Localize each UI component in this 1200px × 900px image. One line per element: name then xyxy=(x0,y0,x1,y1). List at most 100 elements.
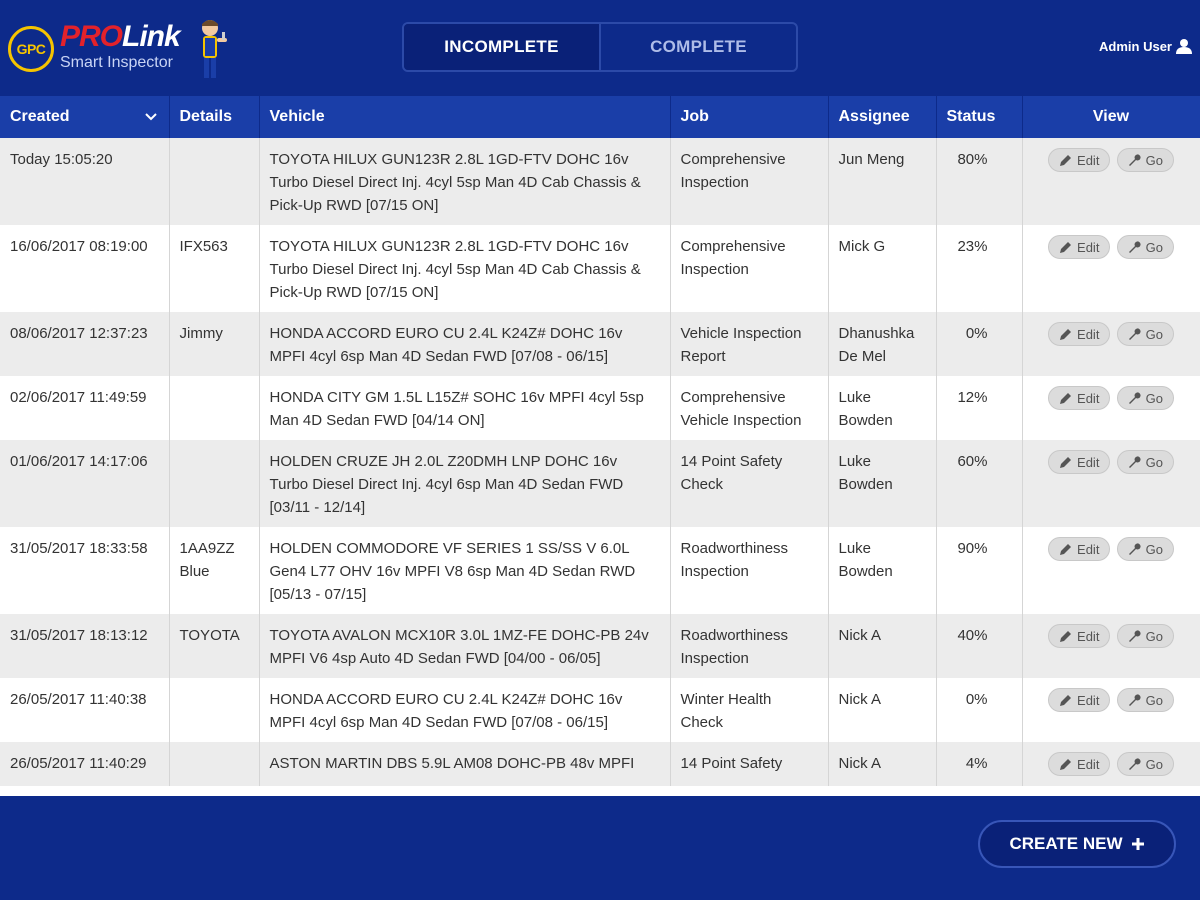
cell-created: 31/05/2017 18:33:58 xyxy=(0,527,170,614)
cell-assignee: Luke Bowden xyxy=(828,440,937,527)
gpc-badge-text: GPC xyxy=(16,41,46,57)
cell-created: Today 15:05:20 xyxy=(0,138,170,225)
cell-details: TOYOTA xyxy=(169,614,260,678)
header-created[interactable]: Created xyxy=(0,96,170,138)
brand-link: Link xyxy=(122,20,181,53)
go-button[interactable]: Go xyxy=(1116,688,1174,712)
table-row[interactable]: 31/05/2017 18:33:58 1AA9ZZ Blue HOLDEN C… xyxy=(0,527,1200,614)
edit-button[interactable]: Edit xyxy=(1048,322,1111,346)
plus-icon xyxy=(1131,838,1144,850)
cell-view: Edit Go xyxy=(1022,440,1200,527)
edit-button[interactable]: Edit xyxy=(1048,688,1111,712)
edit-button[interactable]: Edit xyxy=(1048,450,1111,474)
go-button[interactable]: Go xyxy=(1116,386,1174,410)
inspections-table-container[interactable]: Created Details Vehicle Job Assignee Sta… xyxy=(0,96,1200,796)
table-row[interactable]: 26/05/2017 11:40:38 HONDA ACCORD EURO CU… xyxy=(0,678,1200,742)
edit-label: Edit xyxy=(1077,628,1100,644)
cell-vehicle: TOYOTA HILUX GUN123R 2.8L 1GD-FTV DOHC 1… xyxy=(259,225,671,312)
table-row[interactable]: 01/06/2017 14:17:06 HOLDEN CRUZE JH 2.0L… xyxy=(0,440,1200,527)
go-button[interactable]: Go xyxy=(1116,450,1174,474)
cell-vehicle: HONDA ACCORD EURO CU 2.4L K24Z# DOHC 16v… xyxy=(259,678,671,742)
go-label: Go xyxy=(1145,628,1163,644)
pencil-icon xyxy=(1060,456,1072,468)
cell-status: 90% xyxy=(936,527,1023,614)
cell-vehicle: ASTON MARTIN DBS 5.9L AM08 DOHC-PB 48v M… xyxy=(259,742,671,786)
table-header-row: Created Details Vehicle Job Assignee Sta… xyxy=(0,96,1200,138)
tab-complete[interactable]: COMPLETE xyxy=(601,24,796,70)
table-row[interactable]: Today 15:05:20 TOYOTA HILUX GUN123R 2.8L… xyxy=(0,138,1200,225)
wrench-icon xyxy=(1128,757,1141,770)
wrench-icon xyxy=(1128,240,1141,253)
cell-job: Winter Health Check xyxy=(670,678,829,742)
user-icon xyxy=(1176,39,1192,54)
cell-view: Edit Go xyxy=(1022,376,1200,440)
cell-assignee: Nick A xyxy=(828,678,937,742)
edit-button[interactable]: Edit xyxy=(1048,148,1111,172)
cell-vehicle: HOLDEN COMMODORE VF SERIES 1 SS/SS V 6.0… xyxy=(259,527,671,614)
cell-job: 14 Point Safety xyxy=(670,742,829,786)
table-row[interactable]: 08/06/2017 12:37:23 Jimmy HONDA ACCORD E… xyxy=(0,312,1200,376)
table-row[interactable]: 16/06/2017 08:19:00 IFX563 TOYOTA HILUX … xyxy=(0,225,1200,312)
header-view: View xyxy=(1022,96,1200,138)
pencil-icon xyxy=(1060,154,1072,166)
edit-label: Edit xyxy=(1077,541,1100,557)
go-label: Go xyxy=(1145,454,1163,470)
user-menu[interactable]: Admin User xyxy=(1099,38,1192,54)
header-details: Details xyxy=(169,96,260,138)
edit-button[interactable]: Edit xyxy=(1048,624,1111,648)
edit-label: Edit xyxy=(1077,390,1100,406)
edit-button[interactable]: Edit xyxy=(1048,537,1111,561)
cell-assignee: Nick A xyxy=(828,614,937,678)
cell-status: 80% xyxy=(936,138,1023,225)
go-label: Go xyxy=(1145,152,1163,168)
cell-status: 23% xyxy=(936,225,1023,312)
header-created-label: Created xyxy=(10,108,70,125)
cell-view: Edit Go xyxy=(1022,225,1200,312)
create-new-button[interactable]: CREATE NEW xyxy=(978,820,1176,868)
cell-status: 0% xyxy=(936,312,1023,376)
pencil-icon xyxy=(1060,392,1072,404)
go-button[interactable]: Go xyxy=(1116,148,1174,172)
go-label: Go xyxy=(1145,692,1163,708)
go-button[interactable]: Go xyxy=(1116,537,1174,561)
cell-created: 16/06/2017 08:19:00 xyxy=(0,225,170,312)
edit-label: Edit xyxy=(1077,756,1100,772)
cell-created: 08/06/2017 12:37:23 xyxy=(0,312,170,376)
go-button[interactable]: Go xyxy=(1116,752,1174,776)
edit-label: Edit xyxy=(1077,454,1100,470)
go-label: Go xyxy=(1145,239,1163,255)
cell-view: Edit Go xyxy=(1022,312,1200,376)
cell-vehicle: HOLDEN CRUZE JH 2.0L Z20DMH LNP DOHC 16v… xyxy=(259,440,671,527)
header-job: Job xyxy=(670,96,829,138)
wrench-icon xyxy=(1128,327,1141,340)
go-button[interactable]: Go xyxy=(1116,624,1174,648)
edit-button[interactable]: Edit xyxy=(1048,235,1111,259)
table-row[interactable]: 31/05/2017 18:13:12 TOYOTA TOYOTA AVALON… xyxy=(0,614,1200,678)
pencil-icon xyxy=(1060,328,1072,340)
cell-job: Vehicle Inspection Report xyxy=(670,312,829,376)
tab-incomplete[interactable]: INCOMPLETE xyxy=(404,24,601,70)
cell-status: 12% xyxy=(936,376,1023,440)
wrench-icon xyxy=(1128,693,1141,706)
cell-vehicle: HONDA ACCORD EURO CU 2.4L K24Z# DOHC 16v… xyxy=(259,312,671,376)
cell-details xyxy=(169,678,260,742)
brand-name: PROLink xyxy=(60,20,181,53)
cell-vehicle: HONDA CITY GM 1.5L L15Z# SOHC 16v MPFI 4… xyxy=(259,376,671,440)
header-vehicle: Vehicle xyxy=(259,96,671,138)
table-row[interactable]: 02/06/2017 11:49:59 HONDA CITY GM 1.5L L… xyxy=(0,376,1200,440)
table-row[interactable]: 26/05/2017 11:40:29 ASTON MARTIN DBS 5.9… xyxy=(0,742,1200,786)
pencil-icon xyxy=(1060,694,1072,706)
inspections-table: Created Details Vehicle Job Assignee Sta… xyxy=(0,96,1200,786)
edit-button[interactable]: Edit xyxy=(1048,752,1111,776)
go-button[interactable]: Go xyxy=(1116,322,1174,346)
chevron-down-icon[interactable] xyxy=(143,109,159,125)
go-button[interactable]: Go xyxy=(1116,235,1174,259)
cell-status: 40% xyxy=(936,614,1023,678)
edit-label: Edit xyxy=(1077,326,1100,342)
cell-assignee: Luke Bowden xyxy=(828,527,937,614)
cell-created: 26/05/2017 11:40:29 xyxy=(0,742,170,786)
cell-vehicle: TOYOTA HILUX GUN123R 2.8L 1GD-FTV DOHC 1… xyxy=(259,138,671,225)
edit-button[interactable]: Edit xyxy=(1048,386,1111,410)
app-footer: CREATE NEW xyxy=(0,796,1200,900)
go-label: Go xyxy=(1145,326,1163,342)
